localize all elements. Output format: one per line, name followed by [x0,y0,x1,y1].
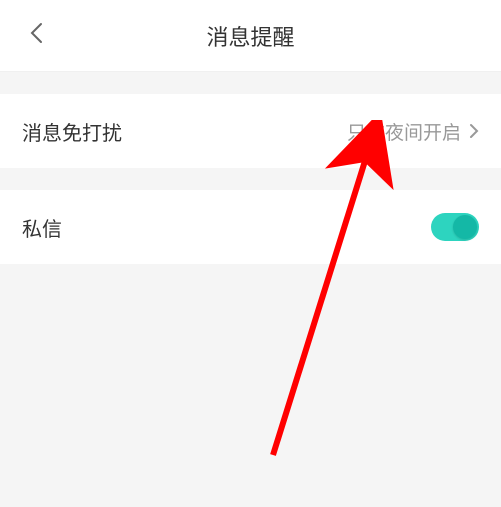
do-not-disturb-row[interactable]: 消息免打扰 只在夜间开启 [0,94,501,168]
dnd-value: 只在夜间开启 [347,118,461,145]
dm-toggle[interactable] [431,213,479,241]
back-button[interactable] [24,24,48,48]
chevron-right-icon [469,122,479,140]
page-title: 消息提醒 [0,20,501,52]
section-gap [0,168,501,190]
header: 消息提醒 [0,0,501,72]
section-gap [0,72,501,94]
toggle-knob [453,215,477,239]
dnd-label: 消息免打扰 [22,117,347,146]
dm-label: 私信 [22,213,431,242]
back-icon [29,22,43,49]
private-message-row: 私信 [0,190,501,264]
